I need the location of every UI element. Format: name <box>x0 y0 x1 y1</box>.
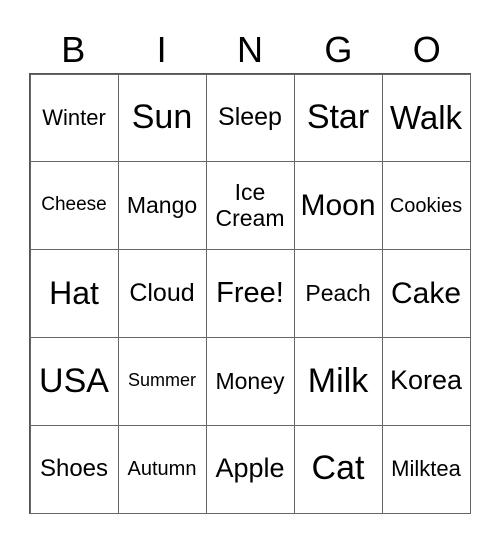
bingo-header: B I N G O <box>29 28 471 72</box>
bingo-cell[interactable]: Walk <box>381 73 471 163</box>
bingo-cell[interactable]: Summer <box>117 336 207 426</box>
bingo-cell[interactable]: Milktea <box>381 424 471 514</box>
bingo-cell[interactable]: Cookies <box>381 161 471 251</box>
bingo-cell[interactable]: Sleep <box>205 73 295 163</box>
bingo-cell[interactable]: Cake <box>381 249 471 338</box>
bingo-cell[interactable]: Shoes <box>29 424 119 514</box>
header-letter-b: B <box>61 29 86 70</box>
bingo-cell[interactable]: Cloud <box>117 249 207 338</box>
bingo-card-grid: Winter Sun Sleep Star Walk Cheese Mango … <box>29 73 471 514</box>
bingo-cell[interactable]: Winter <box>29 73 119 163</box>
header-letter-n: N <box>236 29 263 70</box>
bingo-cell[interactable]: Sun <box>117 73 207 163</box>
bingo-free-cell[interactable]: Free! <box>205 249 295 338</box>
bingo-cell[interactable]: Mango <box>117 161 207 251</box>
bingo-cell[interactable]: Ice Cream <box>205 161 295 251</box>
bingo-cell[interactable]: Star <box>293 73 383 163</box>
bingo-cell[interactable]: Apple <box>205 424 295 514</box>
header-letter-g: G <box>324 29 353 70</box>
bingo-cell[interactable]: Korea <box>381 336 471 426</box>
header-letter-o: O <box>412 29 441 70</box>
bingo-cell[interactable]: Money <box>205 336 295 426</box>
header-letter-i: I <box>156 29 167 70</box>
bingo-cell[interactable]: Peach <box>293 249 383 338</box>
bingo-cell[interactable]: Moon <box>293 161 383 251</box>
bingo-cell[interactable]: Cat <box>293 424 383 514</box>
bingo-cell[interactable]: Autumn <box>117 424 207 514</box>
bingo-cell[interactable]: Milk <box>293 336 383 426</box>
bingo-cell[interactable]: Hat <box>29 249 119 338</box>
bingo-cell[interactable]: Cheese <box>29 161 119 251</box>
bingo-cell[interactable]: USA <box>29 336 119 426</box>
